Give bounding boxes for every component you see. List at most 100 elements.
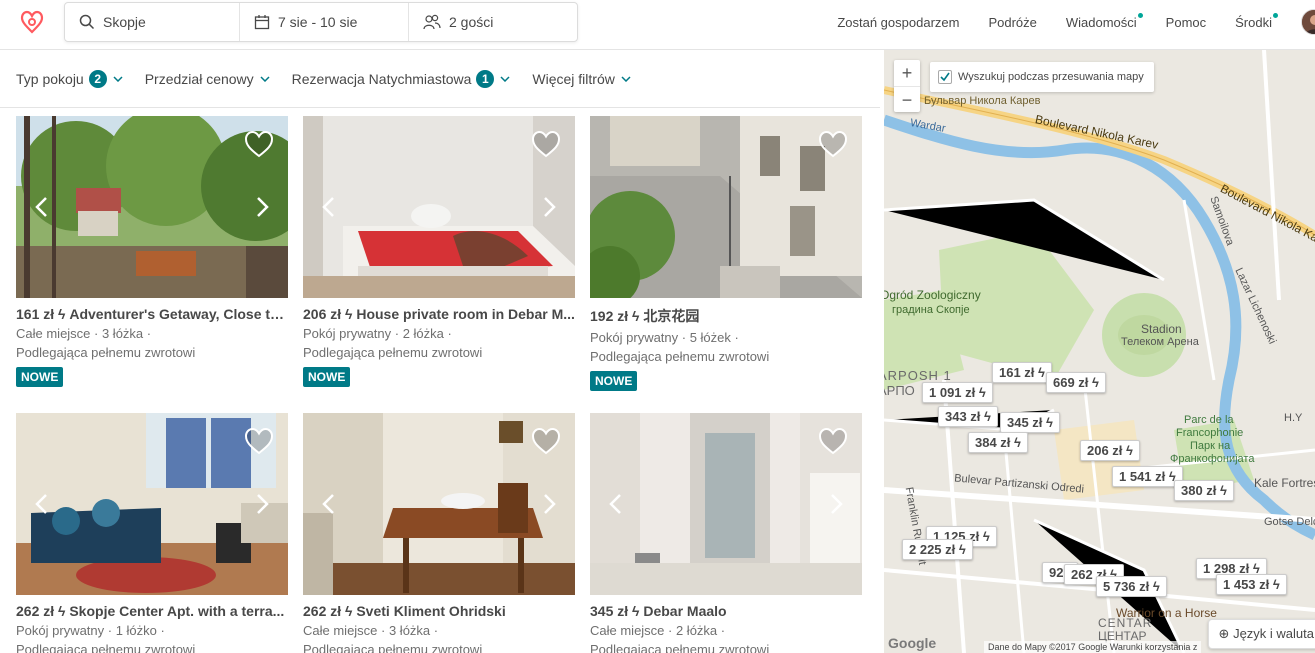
chevron-right-icon[interactable] [256, 493, 270, 515]
listing-card[interactable]: 262 zł ϟ Sveti Kliment Ohridski Całe mie… [303, 413, 575, 653]
nav-host[interactable]: Zostań gospodarzem [837, 15, 959, 30]
listing-card[interactable]: 192 zł ϟ 北京花园 Pokój prywatny · 5 łóżek ·… [590, 116, 862, 391]
listing-name: Adventurer's Getaway, Close to ... [69, 306, 288, 322]
lightning-icon: ϟ [975, 385, 986, 400]
heart-icon[interactable] [818, 427, 848, 455]
price-pin[interactable]: 343 zł ϟ [938, 406, 998, 427]
listing-policy: Podlegająca pełnemu zwrotowi [590, 349, 770, 364]
listing-policy: Podlegająca pełnemu zwrotowi [16, 345, 196, 360]
filter-more[interactable]: Więcej filtrów [532, 71, 631, 87]
lightning-icon: ϟ [58, 306, 66, 322]
listing-title[interactable]: 262 zł ϟ Sveti Kliment Ohridski [303, 603, 575, 619]
lightning-icon: ϟ [632, 308, 640, 324]
checkbox[interactable] [938, 70, 952, 84]
listing-card[interactable]: 206 zł ϟ House private room in Debar M..… [303, 116, 575, 387]
search-icon [79, 14, 95, 30]
chevron-down-icon [500, 75, 510, 82]
search-bar[interactable]: Skopje 7 sie - 10 sie 2 gości [64, 2, 578, 42]
listing-price: 345 zł [590, 603, 629, 619]
nav-messages[interactable]: Wiadomości [1066, 12, 1143, 30]
price-pin[interactable]: 345 zł ϟ [1000, 412, 1060, 433]
lightning-icon: ϟ [980, 409, 991, 424]
chevron-right-icon[interactable] [543, 196, 557, 218]
header: Skopje 7 sie - 10 sie 2 gości Zostań gos… [0, 0, 1315, 50]
listing-title[interactable]: 345 zł ϟ Debar Maalo [590, 603, 862, 619]
dates-field[interactable]: 7 sie - 10 sie [239, 3, 408, 41]
listing-photo[interactable] [16, 116, 288, 298]
listing-card[interactable]: 161 zł ϟ Adventurer's Getaway, Close to … [16, 116, 288, 387]
listing-policy: Podlegająca pełnemu zwrotowi [303, 345, 483, 360]
chevron-right-icon[interactable] [830, 493, 844, 515]
listing-name: House private room in Debar M... [356, 306, 575, 322]
price-pin[interactable]: 2 225 zł ϟ [902, 539, 973, 560]
lightning-icon: ϟ [979, 529, 990, 544]
chevron-left-icon[interactable] [34, 196, 48, 218]
chevron-left-icon[interactable] [608, 493, 622, 515]
filter-instant-label: Rezerwacja Natychmiastowa [291, 70, 472, 87]
price-pin[interactable]: 5 736 zł ϟ [1096, 576, 1167, 597]
airbnb-logo-icon[interactable] [16, 6, 48, 38]
listing-photo[interactable] [16, 413, 288, 595]
heart-icon[interactable] [244, 130, 274, 158]
listing-card[interactable]: 262 zł ϟ Skopje Center Apt. with a terra… [16, 413, 288, 653]
map-label: H.Y [1284, 412, 1303, 424]
listing-card[interactable]: 345 zł ϟ Debar Maalo Całe miejsce · 2 łó… [590, 413, 862, 653]
listing-photo[interactable] [590, 413, 862, 595]
nav-credits-label: Środki [1235, 14, 1272, 30]
chevron-right-icon[interactable] [256, 196, 270, 218]
location-field[interactable]: Skopje [65, 3, 239, 41]
chevron-left-icon[interactable] [321, 196, 335, 218]
filter-room-type[interactable]: Typ pokoju 2 [16, 69, 123, 88]
guests-field[interactable]: 2 gości [408, 3, 577, 41]
listing-photo[interactable] [303, 116, 575, 298]
filter-price-label: Przedział cenowy [144, 70, 254, 87]
nav-trips[interactable]: Podróże [988, 15, 1036, 30]
filter-count-badge: 2 [88, 69, 107, 88]
lightning-icon: ϟ [345, 306, 353, 322]
listing-photo[interactable] [303, 413, 575, 595]
zoom-control: + − [894, 60, 920, 112]
heart-icon[interactable] [531, 427, 561, 455]
nav-help[interactable]: Pomoc [1166, 15, 1206, 30]
listing-title[interactable]: 262 zł ϟ Skopje Center Apt. with a terra… [16, 603, 288, 619]
listing-title[interactable]: 192 zł ϟ 北京花园 [590, 306, 862, 326]
filter-price[interactable]: Przedział cenowy [145, 71, 270, 87]
lightning-icon: ϟ [1269, 577, 1280, 592]
nav-credits[interactable]: Środki [1235, 12, 1278, 30]
heart-icon[interactable] [244, 427, 274, 455]
heart-icon[interactable] [818, 130, 848, 158]
chevron-right-icon[interactable] [543, 493, 557, 515]
price-pin[interactable]: 206 zł ϟ [1080, 440, 1140, 461]
heart-icon[interactable] [531, 130, 561, 158]
lightning-icon: ϟ [1034, 365, 1045, 380]
listing-policy: Podlegająca pełnemu zwrotowi [16, 642, 196, 653]
language-label: Język i waluta [1233, 626, 1314, 641]
zoom-out-button[interactable]: − [894, 86, 920, 112]
price-pin[interactable]: 161 zł ϟ [992, 362, 1052, 383]
avatar[interactable] [1301, 9, 1315, 35]
language-currency-button[interactable]: ⊕ Język i waluta [1207, 619, 1315, 649]
zoom-in-button[interactable]: + [894, 60, 920, 86]
dates-value: 7 sie - 10 sie [278, 14, 358, 30]
price-pin[interactable]: 384 zł ϟ [968, 432, 1028, 453]
price-pin[interactable]: 1 453 zł ϟ [1216, 574, 1287, 595]
listing-details: Całe miejsce · 3 łóżka · [303, 623, 439, 638]
lightning-icon: ϟ [955, 542, 966, 557]
price-pin[interactable]: 669 zł ϟ [1046, 372, 1106, 393]
lightning-icon: ϟ [632, 603, 640, 619]
listing-title[interactable]: 206 zł ϟ House private room in Debar M..… [303, 306, 575, 322]
chevron-left-icon[interactable] [34, 493, 48, 515]
chevron-left-icon[interactable] [321, 493, 335, 515]
filter-instant-book[interactable]: Rezerwacja Natychmiastowa 1 [291, 69, 511, 88]
map[interactable]: + − Wyszukuj podczas przesuwania mapy Бу… [884, 50, 1315, 653]
map-label: CENTAR [1098, 616, 1153, 630]
search-on-move-toggle[interactable]: Wyszukuj podczas przesuwania mapy [930, 62, 1154, 92]
listing-title[interactable]: 161 zł ϟ Adventurer's Getaway, Close to … [16, 306, 288, 322]
price-pin[interactable]: 1 091 zł ϟ [922, 382, 993, 403]
price-pin[interactable]: 380 zł ϟ [1174, 480, 1234, 501]
listing-photo[interactable] [590, 116, 862, 298]
listing-details: Pokój prywatny · 2 łóżka · [303, 326, 452, 341]
lightning-icon: ϟ [1149, 579, 1160, 594]
price-pin[interactable]: 1 541 zł ϟ [1112, 466, 1183, 487]
map-attribution[interactable]: Dane do Mapy ©2017 Google Warunki korzys… [984, 641, 1202, 653]
